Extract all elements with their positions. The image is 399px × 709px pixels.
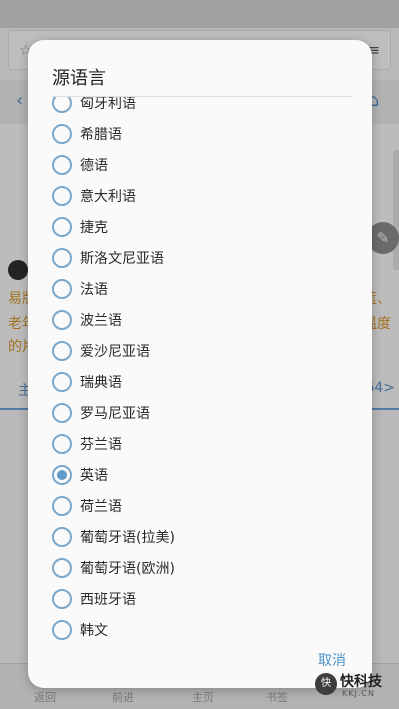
radio-unchecked-icon[interactable]: [52, 495, 72, 516]
dialog-title: 源语言: [52, 68, 106, 89]
radio-unchecked-icon[interactable]: [52, 588, 72, 609]
language-option[interactable]: 韩文: [28, 614, 372, 645]
radio-unchecked-icon[interactable]: [52, 216, 72, 237]
radio-unchecked-icon[interactable]: [52, 371, 72, 392]
language-option[interactable]: 匈牙利语: [28, 97, 372, 118]
language-option[interactable]: 葡萄牙语(拉美): [28, 521, 372, 552]
radio-unchecked-icon[interactable]: [52, 309, 72, 330]
language-option-label: 希腊语: [80, 126, 122, 143]
language-option-label: 英语: [80, 467, 108, 484]
language-option[interactable]: 西班牙语: [28, 583, 372, 614]
radio-unchecked-icon[interactable]: [52, 154, 72, 175]
language-option[interactable]: 希腊语: [28, 118, 372, 149]
language-option-label: 瑞典语: [80, 374, 122, 391]
language-option-label: 芬兰语: [80, 436, 122, 453]
radio-checked-icon[interactable]: [52, 464, 72, 485]
language-option[interactable]: 葡萄牙语(欧洲): [28, 552, 372, 583]
radio-unchecked-icon[interactable]: [52, 247, 72, 268]
language-option-label: 荷兰语: [80, 498, 122, 515]
radio-unchecked-icon[interactable]: [52, 526, 72, 547]
language-option-label: 爱沙尼亚语: [80, 343, 150, 360]
language-option[interactable]: 芬兰语: [28, 428, 372, 459]
cancel-button[interactable]: 取消: [318, 650, 346, 670]
language-option-label: 葡萄牙语(拉美): [80, 529, 175, 546]
language-option-label: 罗马尼亚语: [80, 405, 150, 422]
radio-unchecked-icon[interactable]: [52, 97, 72, 113]
language-option-label: 捷克: [80, 219, 108, 236]
language-option-label: 意大利语: [80, 188, 136, 205]
language-option-label: 德语: [80, 157, 108, 174]
language-option[interactable]: 斯洛文尼亚语: [28, 242, 372, 273]
radio-unchecked-icon[interactable]: [52, 185, 72, 206]
radio-unchecked-icon[interactable]: [52, 402, 72, 423]
radio-unchecked-icon[interactable]: [52, 433, 72, 454]
language-option-label: 西班牙语: [80, 591, 136, 608]
language-option-label: 匈牙利语: [80, 97, 136, 112]
language-option-label: 波兰语: [80, 312, 122, 329]
language-option[interactable]: 德语: [28, 149, 372, 180]
language-list[interactable]: 匈牙利语希腊语德语意大利语捷克斯洛文尼亚语 法语波兰语爱沙尼亚语瑞典语罗马尼亚语芬…: [28, 97, 372, 645]
radio-unchecked-icon[interactable]: [52, 340, 72, 361]
watermark-domain: KKJ.CN: [342, 689, 375, 698]
radio-unchecked-icon[interactable]: [52, 123, 72, 144]
language-option[interactable]: 罗马尼亚语: [28, 397, 372, 428]
watermark-name: 快科技: [340, 674, 382, 690]
radio-unchecked-icon[interactable]: [52, 619, 72, 640]
language-option[interactable]: 法语: [28, 273, 372, 304]
watermark: 快 快科技 KKJ.CN: [315, 671, 393, 701]
language-option[interactable]: 瑞典语: [28, 366, 372, 397]
language-option-label: 斯洛文尼亚语: [80, 250, 164, 267]
language-option-label: 韩文: [80, 622, 108, 639]
language-option-label: 法语: [80, 281, 108, 298]
language-option[interactable]: 波兰语: [28, 304, 372, 335]
language-option[interactable]: 英语: [28, 459, 372, 490]
source-language-dialog: 源语言 匈牙利语希腊语德语意大利语捷克斯洛文尼亚语 法语波兰语爱沙尼亚语瑞典语罗马…: [28, 40, 372, 688]
language-option-label: 葡萄牙语(欧洲): [80, 560, 175, 577]
watermark-logo-icon: 快: [315, 673, 337, 695]
language-option[interactable]: 意大利语: [28, 180, 372, 211]
language-option[interactable]: 爱沙尼亚语: [28, 335, 372, 366]
language-option[interactable]: 捷克: [28, 211, 372, 242]
language-option[interactable]: 荷兰语: [28, 490, 372, 521]
radio-unchecked-icon[interactable]: [52, 278, 72, 299]
radio-unchecked-icon[interactable]: [52, 557, 72, 578]
